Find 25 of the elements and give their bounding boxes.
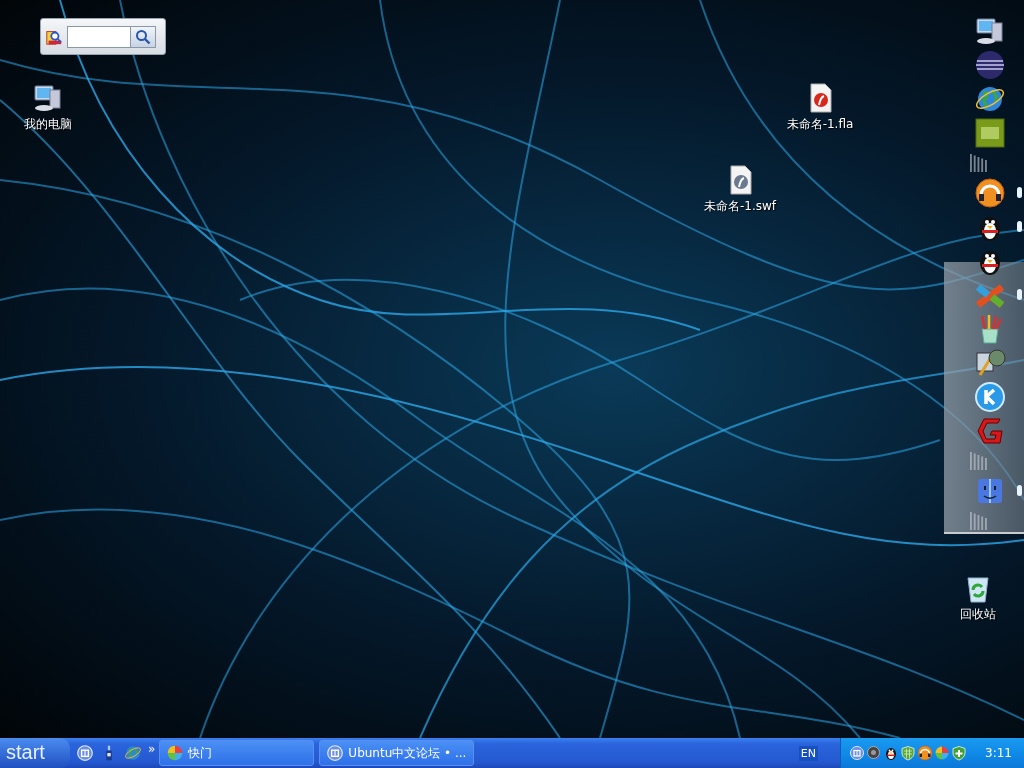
desktop-icon-label[interactable]: 未命名-1.swf <box>703 198 777 215</box>
pinwheel-icon <box>166 744 185 762</box>
language-indicator[interactable]: EN <box>798 745 819 761</box>
desktop-icon-label[interactable]: 我的电脑 <box>24 116 72 133</box>
clock: 3:11 <box>985 746 1012 760</box>
shield-icon[interactable] <box>951 745 968 761</box>
headphones-icon[interactable] <box>974 177 1006 209</box>
taskbar-button[interactable]: Ubuntu中文论坛 • ... <box>319 740 475 766</box>
monitor-computer-icon[interactable] <box>974 15 1006 47</box>
search-button[interactable] <box>130 25 156 48</box>
circle-logo-icon[interactable] <box>849 745 866 761</box>
circle-logo-icon[interactable] <box>76 744 94 762</box>
search-field[interactable] <box>67 25 131 48</box>
desktop-icon-label[interactable]: 未命名-1.fla <box>786 116 854 133</box>
striped-sphere-icon[interactable] <box>974 49 1006 81</box>
circle-k-icon[interactable] <box>974 381 1006 413</box>
square-tile-icon[interactable] <box>974 117 1006 149</box>
desktop-icon-label[interactable]: 回收站 <box>960 606 996 623</box>
start-button[interactable]: start <box>0 738 70 768</box>
taskbar-button[interactable]: 快门 <box>159 740 315 766</box>
circle-logo-icon <box>326 744 345 762</box>
speaker-icon[interactable] <box>866 745 883 761</box>
headphones-icon[interactable] <box>917 745 934 761</box>
more-button[interactable]: » <box>148 742 156 756</box>
monitor-computer-icon[interactable] <box>32 82 64 114</box>
